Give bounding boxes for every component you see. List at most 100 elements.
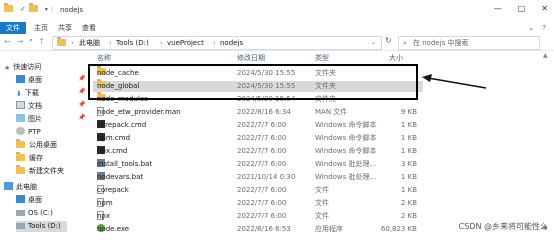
file-date: 2022/8/16 6:53 xyxy=(237,225,291,233)
tab-share[interactable]: 共享 xyxy=(58,22,72,34)
file-date: 2022/7/7 6:00 xyxy=(237,186,287,194)
table-row[interactable]: node_etw_provider.man 2022/8/16 6:34 MAN… xyxy=(93,107,423,118)
picture-icon xyxy=(16,114,25,122)
column-header-type[interactable]: 类型 xyxy=(315,52,329,64)
desktop-icon xyxy=(16,75,25,83)
table-row[interactable]: npm 2022/7/7 6:00 文件 2 KB xyxy=(93,198,423,209)
navigation-bar: ← → ▾ ↑ › 此电脑 › Tools (D:) › vueProject … xyxy=(0,34,554,51)
file-name: corepack.cmd xyxy=(97,121,147,129)
table-row[interactable]: npx.cmd 2022/7/7 6:00 Windows 命令脚本 1 KB xyxy=(93,146,423,157)
checkmark-icon[interactable]: ✓ xyxy=(20,5,26,13)
table-row[interactable]: install_tools.bat 2022/7/7 6:00 Windows … xyxy=(93,159,423,170)
navigation-pane: ★ 快速访问 桌面 📌 ⬇ 下载 📌 文档 📌 图片 📌 PTP 公用桌面 缓存 新… xyxy=(0,52,90,232)
help-icon[interactable]: ? xyxy=(542,24,546,32)
file-date: 2022/7/7 6:00 xyxy=(237,121,287,129)
refresh-icon[interactable]: ↻ xyxy=(385,36,392,45)
file-type: Windows 命令脚本 xyxy=(315,147,377,155)
sidebar-item-desktop-pc[interactable]: 桌面 xyxy=(16,195,42,206)
sidebar-item-os-drive[interactable]: OS (C:) xyxy=(16,208,53,219)
file-size: 1 KB xyxy=(400,134,417,142)
close-button[interactable]: ✕ xyxy=(541,4,548,13)
sidebar-item-ptp[interactable]: PTP xyxy=(16,127,41,138)
minimize-button[interactable]: — xyxy=(494,4,502,13)
sidebar-item-documents[interactable]: 文档 xyxy=(16,101,42,112)
tab-home[interactable]: 主页 xyxy=(34,22,48,34)
breadcrumb-tools-drive[interactable]: Tools (D:) xyxy=(116,37,149,49)
computer-icon xyxy=(4,182,13,190)
pin-icon[interactable]: 📌 xyxy=(78,75,85,82)
tab-file[interactable]: 文件 xyxy=(0,22,26,34)
annotation-arrow-icon xyxy=(422,74,487,89)
file-size: 1 KB xyxy=(400,121,417,129)
search-input[interactable]: ⌕ 在 nodejs 中搜索 xyxy=(398,36,540,50)
pin-icon[interactable]: 📌 xyxy=(78,88,85,95)
star-icon: ★ xyxy=(4,64,11,72)
file-date: 2022/7/7 6:00 xyxy=(237,147,287,155)
chevron-right-icon[interactable]: › xyxy=(160,37,163,49)
pin-icon[interactable]: 📌 xyxy=(78,114,85,121)
sidebar-item-label: 缓存 xyxy=(29,154,43,162)
sidebar-item-label: 桌面 xyxy=(28,196,42,204)
table-row[interactable]: corepack 2022/7/7 6:00 文件 1 KB xyxy=(93,185,423,196)
ribbon-controls: ⌄ ? xyxy=(528,24,546,32)
sidebar-item-new-folder[interactable]: 新建文件夹 xyxy=(16,165,64,177)
scroll-up-icon[interactable]: ▲ xyxy=(543,52,548,59)
chevron-down-icon[interactable]: ▾ xyxy=(45,6,48,13)
chevron-right-icon[interactable]: › xyxy=(213,37,216,49)
forward-button[interactable]: → xyxy=(17,37,24,46)
table-row[interactable]: node.exe 2022/8/16 6:53 应用程序 60,823 KB xyxy=(93,224,423,235)
chevron-down-icon[interactable]: ⌄ xyxy=(371,37,376,49)
pin-icon[interactable]: 📌 xyxy=(78,101,85,108)
sidebar-item-label: 桌面 xyxy=(28,76,42,84)
vertical-scrollbar[interactable]: ▲ ▼ xyxy=(543,52,551,232)
file-name: nodevars.bat xyxy=(97,173,144,181)
tab-view[interactable]: 查看 xyxy=(82,22,96,34)
file-date: 2022/7/7 6:00 xyxy=(237,134,287,142)
title-bar: ✓ ▾ | nodejs — □ ✕ xyxy=(0,0,554,22)
file-name: install_tools.bat xyxy=(97,160,153,168)
separator-icon: | xyxy=(50,5,54,13)
column-header-size[interactable]: 大小 xyxy=(389,52,403,64)
file-size: 1 KB xyxy=(400,186,417,194)
drive-icon xyxy=(16,210,25,216)
recent-locations-icon[interactable]: ▾ xyxy=(29,37,32,46)
chevron-down-icon[interactable]: ⌄ xyxy=(528,24,534,32)
sidebar-item-this-pc[interactable]: 此电脑 xyxy=(4,182,37,193)
file-name: corepack xyxy=(97,186,129,194)
table-row[interactable]: corepack.cmd 2022/7/7 6:00 Windows 命令脚本 … xyxy=(93,120,423,131)
file-name: npx.cmd xyxy=(97,147,128,155)
sidebar-item-tools-drive[interactable]: Tools (D:) xyxy=(16,221,67,232)
sidebar-item-desktop[interactable]: 桌面 xyxy=(16,75,42,86)
folder-icon xyxy=(16,152,29,162)
sidebar-item-pictures[interactable]: 图片 xyxy=(16,114,42,125)
breadcrumb-this-pc[interactable]: 此电脑 xyxy=(79,37,100,49)
sidebar-item-downloads[interactable]: ⬇ 下载 xyxy=(16,88,39,99)
back-button[interactable]: ← xyxy=(4,37,11,46)
file-type: Windows 批处理... xyxy=(315,173,377,181)
sidebar-item-label: 此电脑 xyxy=(16,183,37,191)
maximize-button[interactable]: □ xyxy=(518,4,526,13)
window-controls: — □ ✕ xyxy=(494,4,548,13)
download-icon: ⬇ xyxy=(16,90,22,98)
column-header-name[interactable]: 名称 xyxy=(97,52,111,64)
sidebar-item-quick-access[interactable]: ★ 快速访问 xyxy=(4,62,41,73)
table-row[interactable]: npx 2022/7/7 6:00 文件 2 KB xyxy=(93,211,423,222)
sidebar-item-cache[interactable]: 缓存 xyxy=(16,152,43,164)
breadcrumb-nodejs[interactable]: nodejs xyxy=(220,37,243,49)
table-row[interactable]: npm.cmd 2022/7/7 6:00 Windows 命令脚本 1 KB xyxy=(93,133,423,144)
file-size: 1 KB xyxy=(400,173,417,181)
address-bar[interactable]: › 此电脑 › Tools (D:) › vueProject › nodejs… xyxy=(52,36,382,50)
nav-buttons: ← → ▾ ↑ xyxy=(4,37,45,46)
sidebar-item-public-desktop[interactable]: 公用桌面 xyxy=(16,139,57,151)
up-button[interactable]: ↑ xyxy=(38,37,45,46)
folder-icon xyxy=(4,3,17,13)
file-name: npm xyxy=(97,199,113,207)
chevron-right-icon[interactable]: › xyxy=(71,37,74,49)
breadcrumb-vueproject[interactable]: vueProject xyxy=(167,37,204,49)
file-type: 文件 xyxy=(315,212,329,220)
folder-icon[interactable] xyxy=(28,3,42,13)
column-header-date[interactable]: 修改日期 xyxy=(237,52,265,64)
chevron-right-icon[interactable]: › xyxy=(109,37,112,49)
sidebar-item-label: Tools (D:) xyxy=(28,222,61,230)
table-row[interactable]: nodevars.bat 2021/10/14 0:30 Windows 批处理… xyxy=(93,172,423,183)
